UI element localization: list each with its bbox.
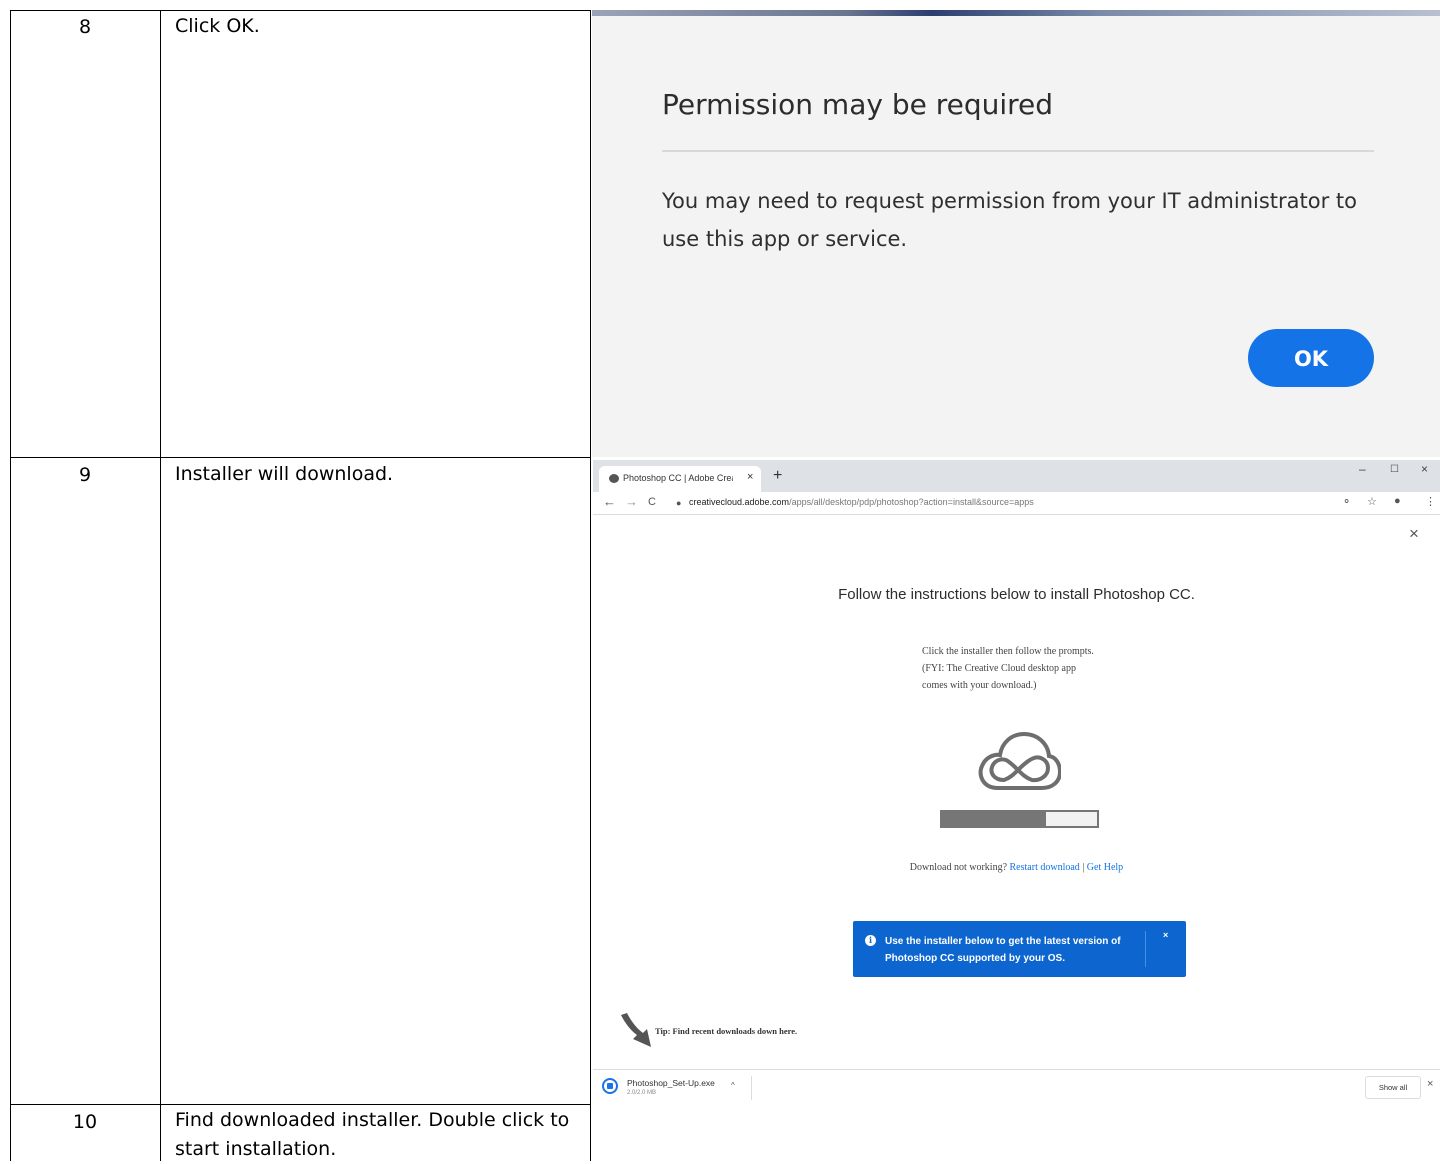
- toast-close-icon[interactable]: ×: [1163, 930, 1168, 940]
- info-icon: i: [865, 935, 876, 946]
- key-icon[interactable]: ⚬: [1342, 495, 1351, 508]
- step-instruction: Click OK.: [175, 15, 260, 37]
- step-number: 9: [78, 464, 92, 486]
- download-progress-fill: [942, 812, 1046, 826]
- instruction-line: Click the installer then follow the prom…: [922, 646, 1094, 657]
- url-field[interactable]: creativecloud.adobe.com/apps/all/desktop…: [689, 497, 1034, 507]
- table-border-left: [10, 10, 11, 1161]
- link-separator: |: [1082, 862, 1085, 873]
- installer-file-icon: [602, 1078, 618, 1094]
- maximize-button[interactable]: ☐: [1390, 464, 1399, 475]
- tab-strip: Photoshop CC | Adobe Creative Cloud × + …: [593, 460, 1440, 492]
- get-help-link[interactable]: Get Help: [1087, 862, 1123, 873]
- tab-title: Photoshop CC | Adobe Creative Cloud: [623, 473, 733, 483]
- instruction-line: comes with your download.): [922, 680, 1037, 691]
- dialog-divider: [662, 150, 1374, 152]
- down-arrow-icon: [621, 1013, 651, 1047]
- show-all-button[interactable]: Show all: [1365, 1076, 1421, 1099]
- profile-icon[interactable]: ●: [1394, 495, 1401, 507]
- install-instructions-title: Follow the instructions below to install…: [838, 586, 1195, 603]
- table-row-divider-2: [10, 1104, 591, 1105]
- download-progress-bar: [940, 810, 1099, 828]
- download-file-name[interactable]: Photoshop_Set-Up.exe: [627, 1078, 715, 1088]
- window-close-button[interactable]: ×: [1421, 462, 1428, 476]
- download-shelf: Photoshop_Set-Up.exe 2.0/2.0 MB ^ Show a…: [593, 1069, 1440, 1104]
- chevron-up-icon[interactable]: ^: [731, 1081, 735, 1090]
- download-issue-text: Download not working?: [909, 862, 1008, 873]
- downloads-tip: Tip: Find recent downloads down here.: [655, 1026, 798, 1036]
- step-instruction: Find downloaded installer. Double click …: [175, 1109, 570, 1160]
- instruction-line: (FYI: The Creative Cloud desktop app: [922, 663, 1076, 674]
- install-instructions-text: Click the installer then follow the prom…: [922, 643, 1094, 694]
- ok-button[interactable]: OK: [1248, 329, 1374, 387]
- installer-notice-toast: i Use the installer below to get the lat…: [853, 921, 1186, 977]
- dialog-message: You may need to request permission from …: [662, 189, 1357, 251]
- table-column-divider-2: [590, 10, 591, 1161]
- url-host: creativecloud.adobe.com: [689, 497, 790, 507]
- step-number: 8: [78, 16, 92, 38]
- background-strip: [592, 10, 1440, 16]
- download-file-size: 2.0/2.0 MB: [627, 1090, 657, 1096]
- browser-tab[interactable]: Photoshop CC | Adobe Creative Cloud ×: [599, 466, 761, 492]
- browser-window-screenshot: Photoshop CC | Adobe Creative Cloud × + …: [593, 460, 1440, 1104]
- url-path: /apps/all/desktop/pdp/photoshop?action=i…: [789, 497, 1034, 507]
- address-toolbar: ← → C ● creativecloud.adobe.com/apps/all…: [593, 492, 1440, 515]
- table-column-divider-1: [160, 10, 161, 1161]
- step-instruction: Installer will download.: [175, 463, 394, 485]
- minimize-button[interactable]: –: [1359, 462, 1366, 476]
- step-number: 10: [72, 1111, 98, 1133]
- creative-cloud-logo-icon: [978, 731, 1061, 790]
- page-close-icon[interactable]: ×: [1409, 524, 1419, 544]
- restart-download-link[interactable]: Restart download: [1010, 862, 1080, 873]
- tab-close-icon[interactable]: ×: [747, 471, 753, 483]
- star-icon[interactable]: ☆: [1367, 495, 1377, 508]
- menu-icon[interactable]: ⋮: [1425, 495, 1436, 508]
- adobe-favicon-icon: [609, 474, 619, 483]
- permission-dialog-screenshot: Permission may be required You may need …: [592, 10, 1440, 457]
- download-help-line: Download not working? Restart download |…: [593, 862, 1440, 873]
- shelf-divider: [751, 1076, 752, 1100]
- reload-button[interactable]: C: [648, 496, 656, 508]
- table-border-top: [10, 10, 591, 11]
- forward-button[interactable]: →: [625, 494, 638, 509]
- shelf-close-icon[interactable]: ×: [1427, 1078, 1433, 1090]
- lock-icon: ●: [676, 498, 682, 508]
- new-tab-button[interactable]: +: [773, 467, 782, 485]
- dialog-title: Permission may be required: [662, 88, 1054, 121]
- back-button[interactable]: ←: [603, 494, 616, 509]
- table-row-divider-1: [10, 457, 591, 458]
- toast-message: Use the installer below to get the lates…: [885, 936, 1121, 964]
- toast-divider: [1145, 931, 1146, 967]
